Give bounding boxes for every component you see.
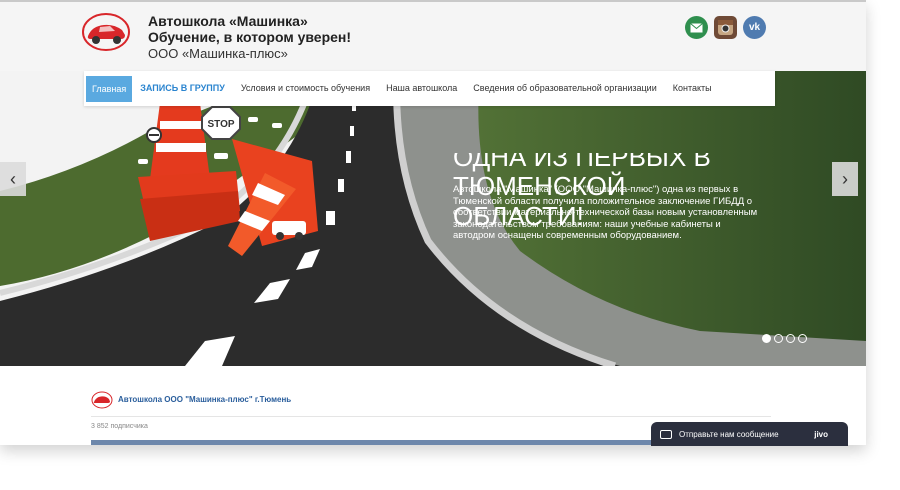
site-slogan: Обучение, в котором уверен!	[148, 29, 352, 45]
instagram-icon[interactable]	[714, 16, 737, 39]
logo-car-icon[interactable]	[82, 12, 130, 52]
nav-item-contacts[interactable]: Контакты	[665, 71, 720, 106]
chat-widget-label: Отправьте нам сообщение	[679, 429, 779, 439]
slide-text: Автошкола "Машинка" (ООО "Машинка-плюс")…	[453, 184, 758, 242]
nav-item-org-info[interactable]: Сведения об образовательной организации	[465, 71, 664, 106]
brand-block: Автошкола «Машинка» Обучение, в котором …	[148, 13, 351, 62]
page: Автошкола «Машинка» Обучение, в котором …	[0, 0, 866, 445]
main-nav: Главная ЗАПИСЬ В ГРУППУ Условия и стоимо…	[84, 71, 775, 106]
chevron-right-icon: ›	[842, 168, 848, 189]
subscribers-count: 3 852 подписчика	[91, 423, 148, 430]
slider-dot-1[interactable]	[762, 334, 771, 343]
widget-divider	[91, 416, 771, 417]
slider-dot-2[interactable]	[774, 334, 783, 343]
vk-icon[interactable]: vk	[743, 16, 766, 39]
stop-sign-text: STOP	[207, 119, 234, 130]
group-avatar[interactable]	[91, 390, 113, 410]
slider-dots	[762, 334, 807, 343]
nav-item-enroll[interactable]: ЗАПИСЬ В ГРУППУ	[132, 71, 233, 106]
chat-widget-button[interactable]: Отправьте нам сообщение jivo	[651, 422, 848, 446]
slider-next-button[interactable]: ›	[832, 162, 858, 196]
chevron-left-icon: ‹	[10, 168, 16, 189]
company-name: ООО «Машинка-плюс»	[148, 46, 288, 61]
nav-item-home[interactable]: Главная	[86, 75, 133, 102]
slider-prev-button[interactable]: ‹	[0, 162, 26, 196]
message-icon	[660, 429, 672, 439]
nav-item-about[interactable]: Наша автошкола	[378, 71, 465, 106]
slider-dot-3[interactable]	[786, 334, 795, 343]
slider-dot-4[interactable]	[798, 334, 807, 343]
group-title-link[interactable]: Автошкола ООО "Машинка-плюс" г.Тюмень	[118, 395, 291, 404]
site-header: Автошкола «Машинка» Обучение, в котором …	[0, 0, 866, 74]
mail-icon[interactable]	[685, 16, 708, 39]
nav-item-pricing[interactable]: Условия и стоимость обучения	[233, 71, 378, 106]
jivo-logo: jivo	[814, 429, 828, 439]
vk-icon-label: vk	[748, 22, 761, 33]
hero-slider: STOP ОДНА ИЗ ПЕРВЫХ В ТЮМЕНСКОЙ ОБЛАСТИ!…	[0, 71, 866, 366]
site-title: Автошкола «Машинка»	[148, 13, 308, 29]
